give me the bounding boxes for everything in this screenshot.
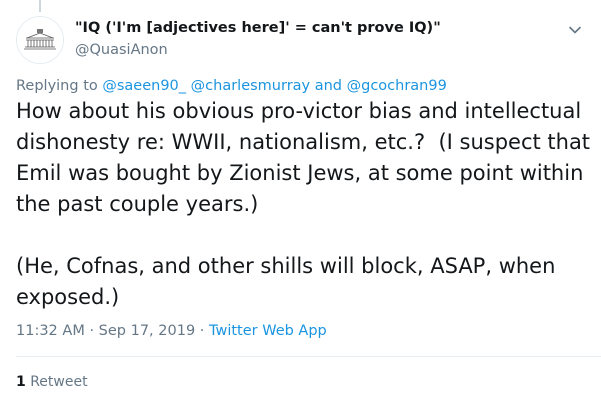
tweet-text-line: exposed.)	[16, 285, 120, 309]
tweet-text-line: Emil was bought by Zionist Jews, at some…	[16, 161, 584, 185]
author-handle[interactable]: @QuasiAnon	[75, 42, 168, 58]
tweet-text-line: How about his obvious pro-victor bias an…	[16, 99, 582, 123]
meta-separator: ·	[199, 323, 205, 339]
divider	[16, 356, 601, 357]
tweet-text-line: dishonesty re: WWII, nationalism, etc.? …	[16, 130, 591, 154]
reply-context-prefix: Replying to	[16, 78, 98, 94]
tweet-body: How about his obvious pro-victor bias an…	[16, 96, 591, 313]
mention-link-charlesmurray[interactable]: @charlesmurray	[191, 78, 310, 94]
avatar[interactable]	[16, 16, 64, 64]
mention-link-saeen90[interactable]: @saeen90_	[102, 78, 186, 94]
tweet-metadata: 11:32 AM · Sep 17, 2019 · Twitter Web Ap…	[16, 323, 327, 339]
retweet-stats-link[interactable]: 1 Retweet	[16, 374, 88, 390]
retweet-label: Retweet	[30, 374, 88, 390]
tweet-text-line: the past couple years.)	[16, 192, 259, 216]
retweet-count: 1	[16, 374, 26, 390]
tweet-text-line: (He, Cofnas, and other shills will block…	[16, 254, 556, 278]
tweet-source-link[interactable]: Twitter Web App	[209, 323, 327, 339]
tweet-date[interactable]: Sep 17, 2019	[99, 323, 196, 339]
mention-link-gcochran99[interactable]: @gcochran99	[347, 78, 447, 94]
tweet-time[interactable]: 11:32 AM	[16, 323, 85, 339]
author-display-name[interactable]: "IQ ('I'm [adjectives here]' = can't pro…	[75, 20, 441, 36]
meta-separator: ·	[89, 323, 95, 339]
building-illustration-icon	[17, 17, 63, 63]
reply-context-conjunction[interactable]: and	[315, 78, 342, 94]
chevron-down-icon[interactable]	[567, 22, 583, 38]
thread-connector-line	[39, 0, 41, 12]
reply-context: Replying to @saeen90_ @charlesmurray and…	[16, 78, 447, 94]
